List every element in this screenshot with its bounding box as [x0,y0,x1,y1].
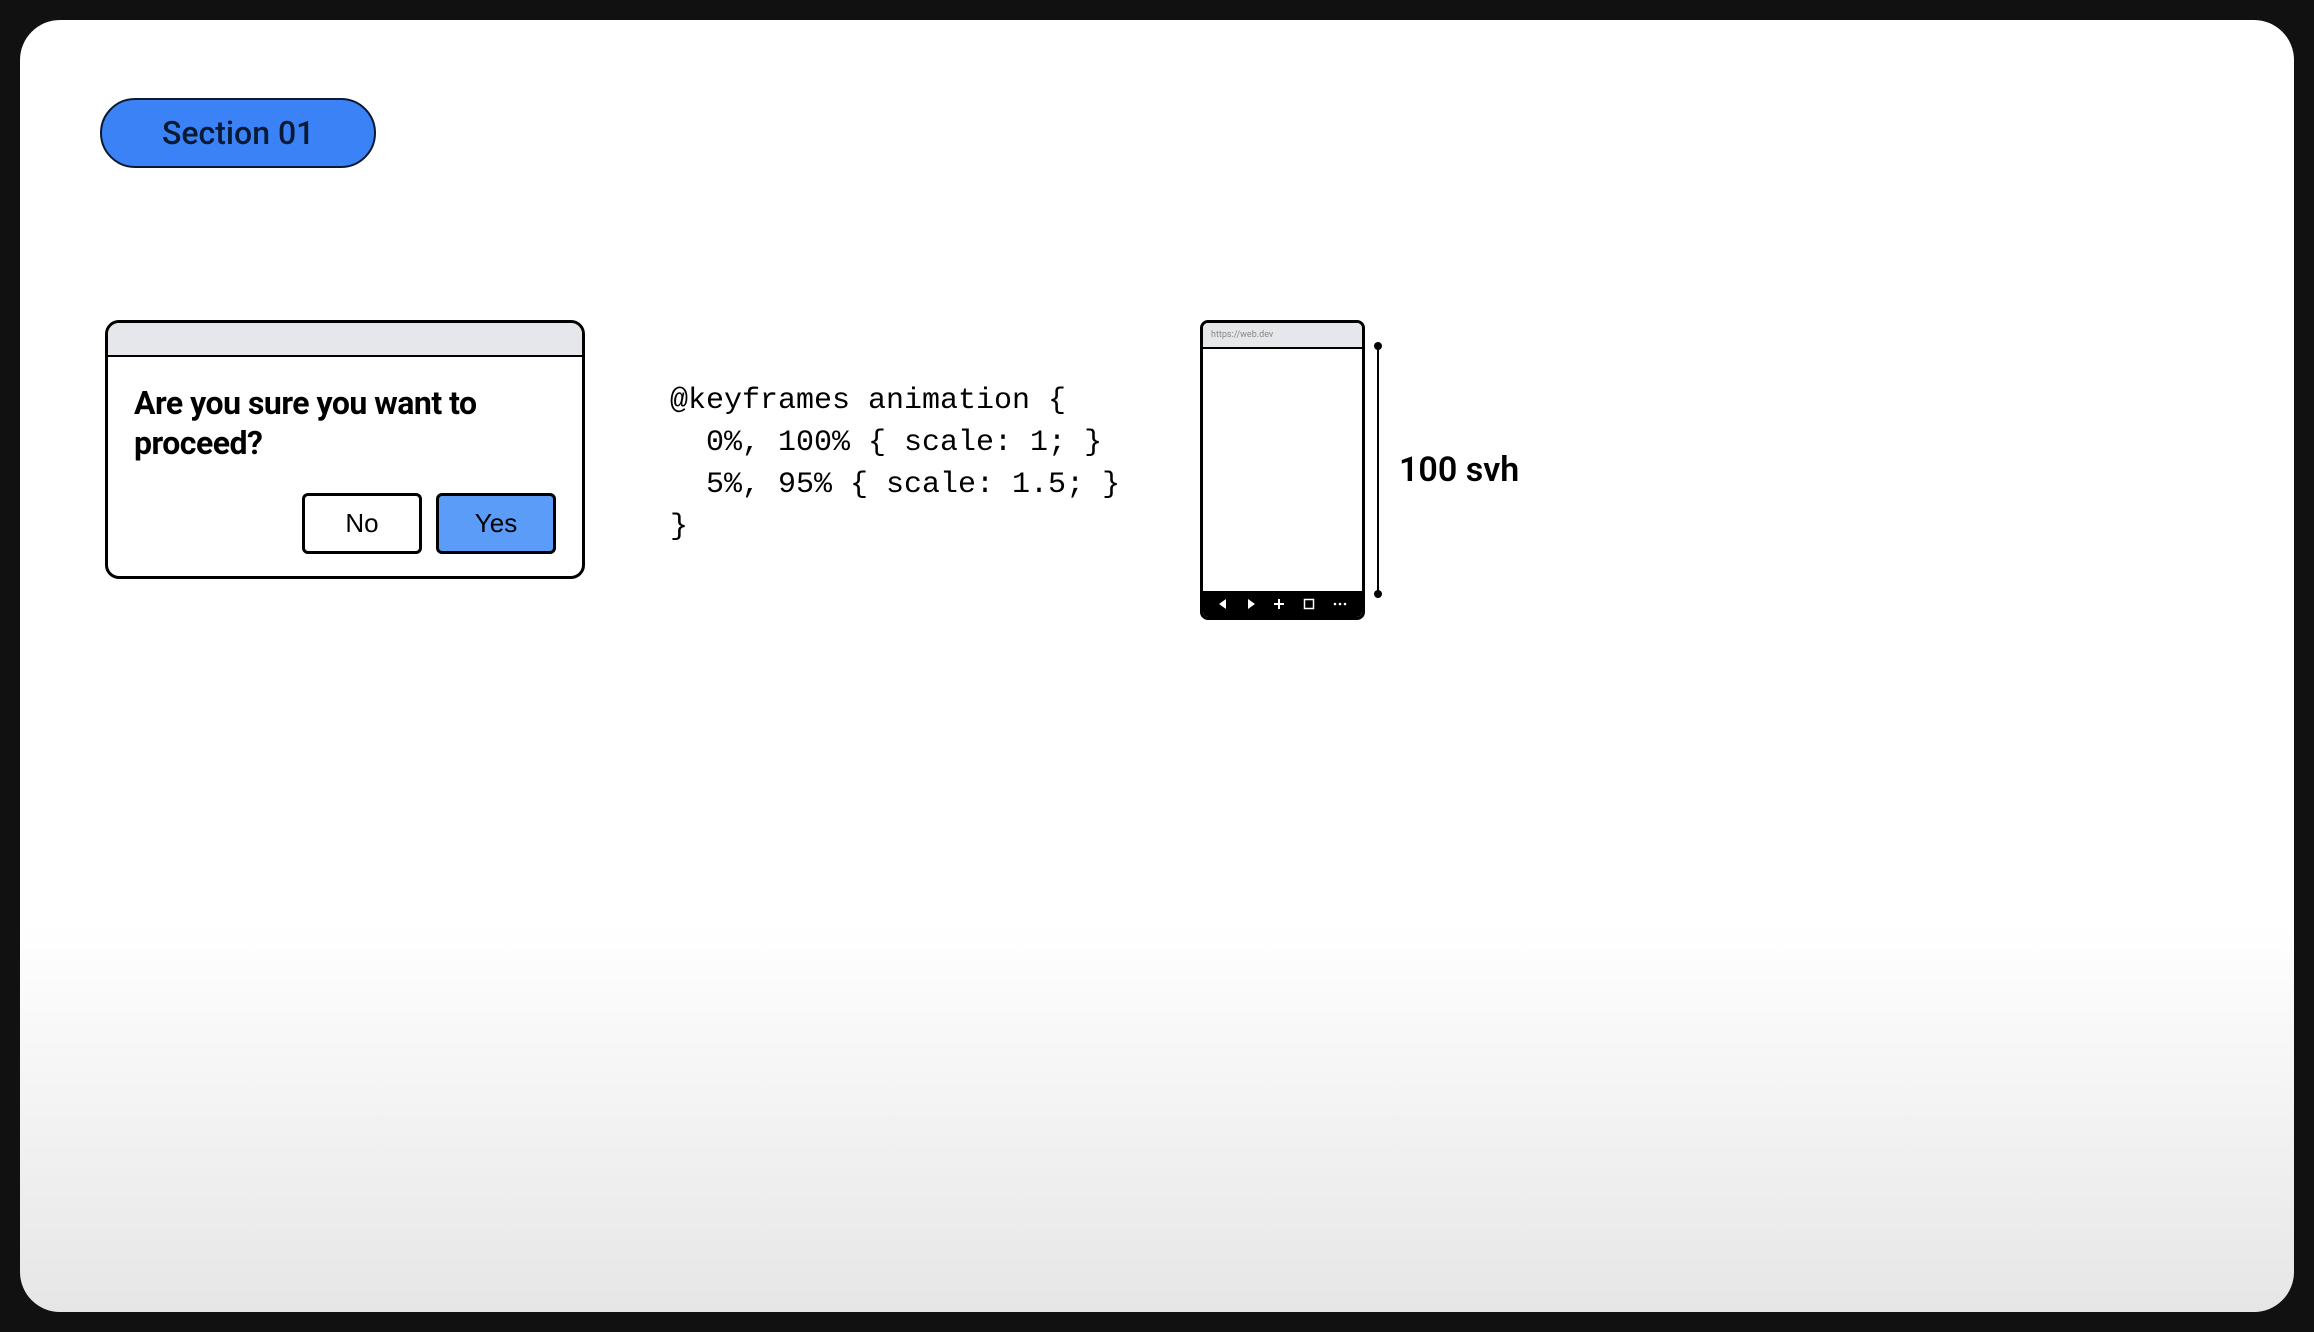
code-line-2: 0%, 100% { scale: 1; } [670,426,1102,460]
code-line-3: 5%, 95% { scale: 1.5; } [670,468,1120,502]
phone-url: https://web.dev [1211,330,1273,340]
phone-frame: https://web.dev [1200,320,1365,620]
phone-addressbar: https://web.dev [1203,323,1362,349]
no-button[interactable]: No [302,493,422,554]
plus-icon [1273,598,1285,610]
dimension-indicator: 100 svh [1377,346,1519,594]
tabs-icon [1303,598,1315,610]
code-snippet: @keyframes animation { 0%, 100% { scale:… [670,380,1120,548]
dialog-body: Are you sure you want to proceed? No Yes [108,357,582,576]
phone-toolbar [1203,591,1362,617]
back-icon [1218,599,1228,609]
yes-button[interactable]: Yes [436,493,556,554]
section-pill: Section 01 [100,98,376,168]
phone-viewport [1203,349,1362,591]
dialog-titlebar [108,323,582,357]
dialog-message: Are you sure you want to proceed? [134,383,556,463]
dimension-label: 100 svh [1399,450,1519,490]
confirm-dialog: Are you sure you want to proceed? No Yes [105,320,585,579]
dimension-line [1377,346,1379,594]
code-line-4: } [670,510,688,544]
forward-icon [1246,599,1256,609]
dialog-actions: No Yes [134,493,556,554]
section-label: Section 01 [162,114,314,152]
code-line-1: @keyframes animation { [670,384,1066,418]
more-icon [1333,601,1347,607]
slide-stage: Section 01 Are you sure you want to proc… [20,20,2294,1312]
phone-illustration: https://web.dev [1200,320,1519,620]
